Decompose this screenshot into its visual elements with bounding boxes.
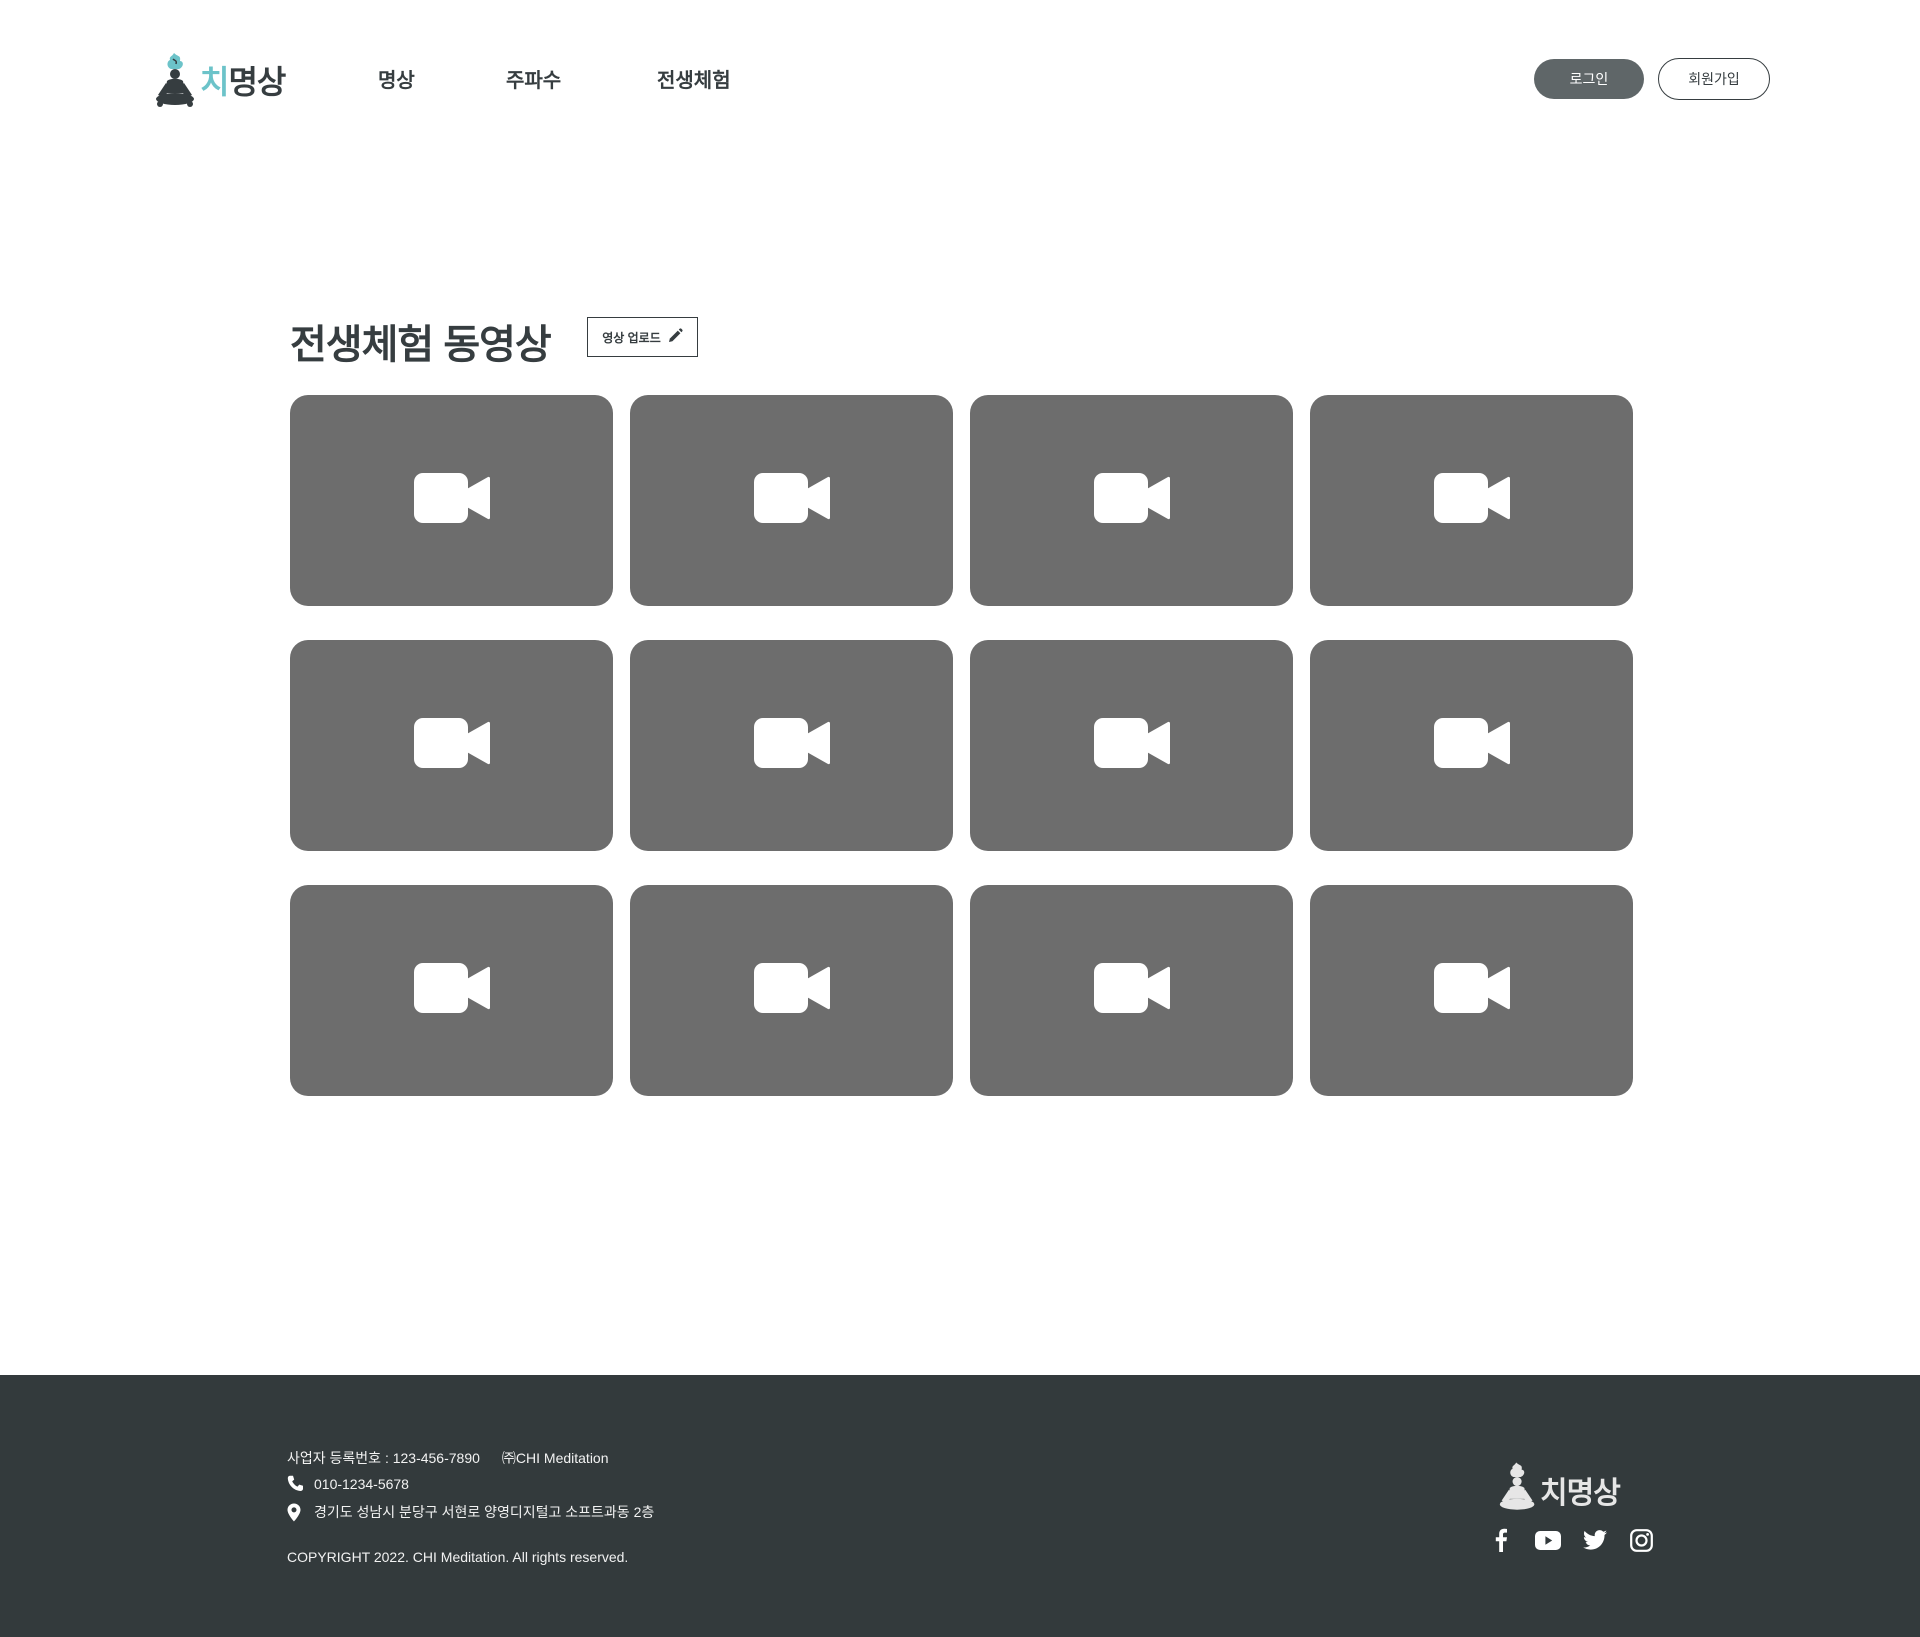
site-logo[interactable]: 치명상 bbox=[154, 50, 286, 110]
page-title: 전생체험 동영상 bbox=[290, 323, 552, 367]
business-info: 사업자 등록번호 : 123-456-7890 ㈜CHI Meditation bbox=[287, 1448, 609, 1468]
video-card[interactable] bbox=[290, 640, 613, 851]
video-camera-icon bbox=[413, 473, 490, 528]
video-card[interactable] bbox=[970, 640, 1293, 851]
video-camera-icon bbox=[1433, 473, 1510, 528]
phone-icon bbox=[287, 1475, 309, 1492]
logo-rest-text: 명상 bbox=[228, 64, 286, 100]
video-card[interactable] bbox=[1310, 640, 1633, 851]
video-card[interactable] bbox=[290, 885, 613, 1096]
instagram-icon[interactable] bbox=[1618, 1525, 1665, 1555]
business-number: 사업자 등록번호 : 123-456-7890 bbox=[287, 1450, 480, 1466]
video-card[interactable] bbox=[970, 885, 1293, 1096]
footer-logo-wordmark: 치명상 bbox=[1540, 1468, 1621, 1512]
video-camera-icon bbox=[413, 718, 490, 773]
video-card[interactable] bbox=[1310, 395, 1633, 606]
video-card[interactable] bbox=[630, 885, 953, 1096]
signup-button[interactable]: 회원가입 bbox=[1658, 58, 1770, 100]
video-card[interactable] bbox=[290, 395, 613, 606]
nav-item-meditation[interactable]: 명상 bbox=[378, 64, 415, 93]
pencil-icon bbox=[667, 327, 683, 347]
social-links bbox=[1477, 1525, 1665, 1555]
video-camera-icon bbox=[753, 963, 830, 1018]
upload-video-button[interactable]: 영상 업로드 bbox=[587, 317, 698, 357]
video-camera-icon bbox=[1433, 963, 1510, 1018]
video-card[interactable] bbox=[970, 395, 1293, 606]
video-camera-icon bbox=[753, 718, 830, 773]
upload-button-label: 영상 업로드 bbox=[602, 330, 661, 345]
copyright-line: COPYRIGHT 2022. CHI Meditation. All righ… bbox=[287, 1549, 628, 1565]
login-button[interactable]: 로그인 bbox=[1534, 59, 1644, 99]
nav-item-past-life[interactable]: 전생체험 bbox=[657, 64, 731, 93]
video-card[interactable] bbox=[630, 640, 953, 851]
video-grid bbox=[290, 395, 1633, 1096]
address-line: 경기도 성남시 분당구 서현로 양영디지털고 소프트과동 2층 bbox=[287, 1502, 654, 1522]
company-name: ㈜CHI Meditation bbox=[501, 1450, 609, 1466]
location-pin-icon bbox=[287, 1503, 309, 1522]
phone-number: 010-1234-5678 bbox=[314, 1475, 409, 1492]
footer-logo-rest: 명상 bbox=[1566, 1476, 1621, 1510]
meditation-figure-icon bbox=[1498, 1460, 1538, 1519]
logo-wordmark: 치명상 bbox=[200, 57, 286, 103]
video-card[interactable] bbox=[1310, 885, 1633, 1096]
video-card[interactable] bbox=[630, 395, 953, 606]
video-camera-icon bbox=[753, 473, 830, 528]
logo-chi-text: 치 bbox=[200, 64, 229, 100]
video-camera-icon bbox=[413, 963, 490, 1018]
video-camera-icon bbox=[1433, 718, 1510, 773]
copyright-text: COPYRIGHT 2022. CHI Meditation. All righ… bbox=[287, 1549, 629, 1565]
nav-item-frequency[interactable]: 주파수 bbox=[506, 64, 561, 93]
video-camera-icon bbox=[1093, 718, 1170, 773]
footer-logo[interactable]: 치명상 bbox=[1498, 1460, 1621, 1519]
youtube-icon[interactable] bbox=[1524, 1525, 1571, 1555]
site-footer: 사업자 등록번호 : 123-456-7890 ㈜CHI Meditation … bbox=[0, 1375, 1920, 1637]
site-header: 치명상 명상 주파수 전생체험 로그인 회원가입 bbox=[0, 0, 1920, 160]
twitter-icon[interactable] bbox=[1571, 1525, 1618, 1555]
phone-line: 010-1234-5678 bbox=[287, 1475, 409, 1492]
facebook-icon[interactable] bbox=[1477, 1525, 1524, 1555]
address-text: 경기도 성남시 분당구 서현로 양영디지털고 소프트과동 2층 bbox=[314, 1504, 655, 1520]
video-camera-icon bbox=[1093, 963, 1170, 1018]
footer-logo-chi: 치 bbox=[1540, 1476, 1568, 1510]
video-camera-icon bbox=[1093, 473, 1170, 528]
meditation-figure-icon bbox=[154, 51, 198, 109]
